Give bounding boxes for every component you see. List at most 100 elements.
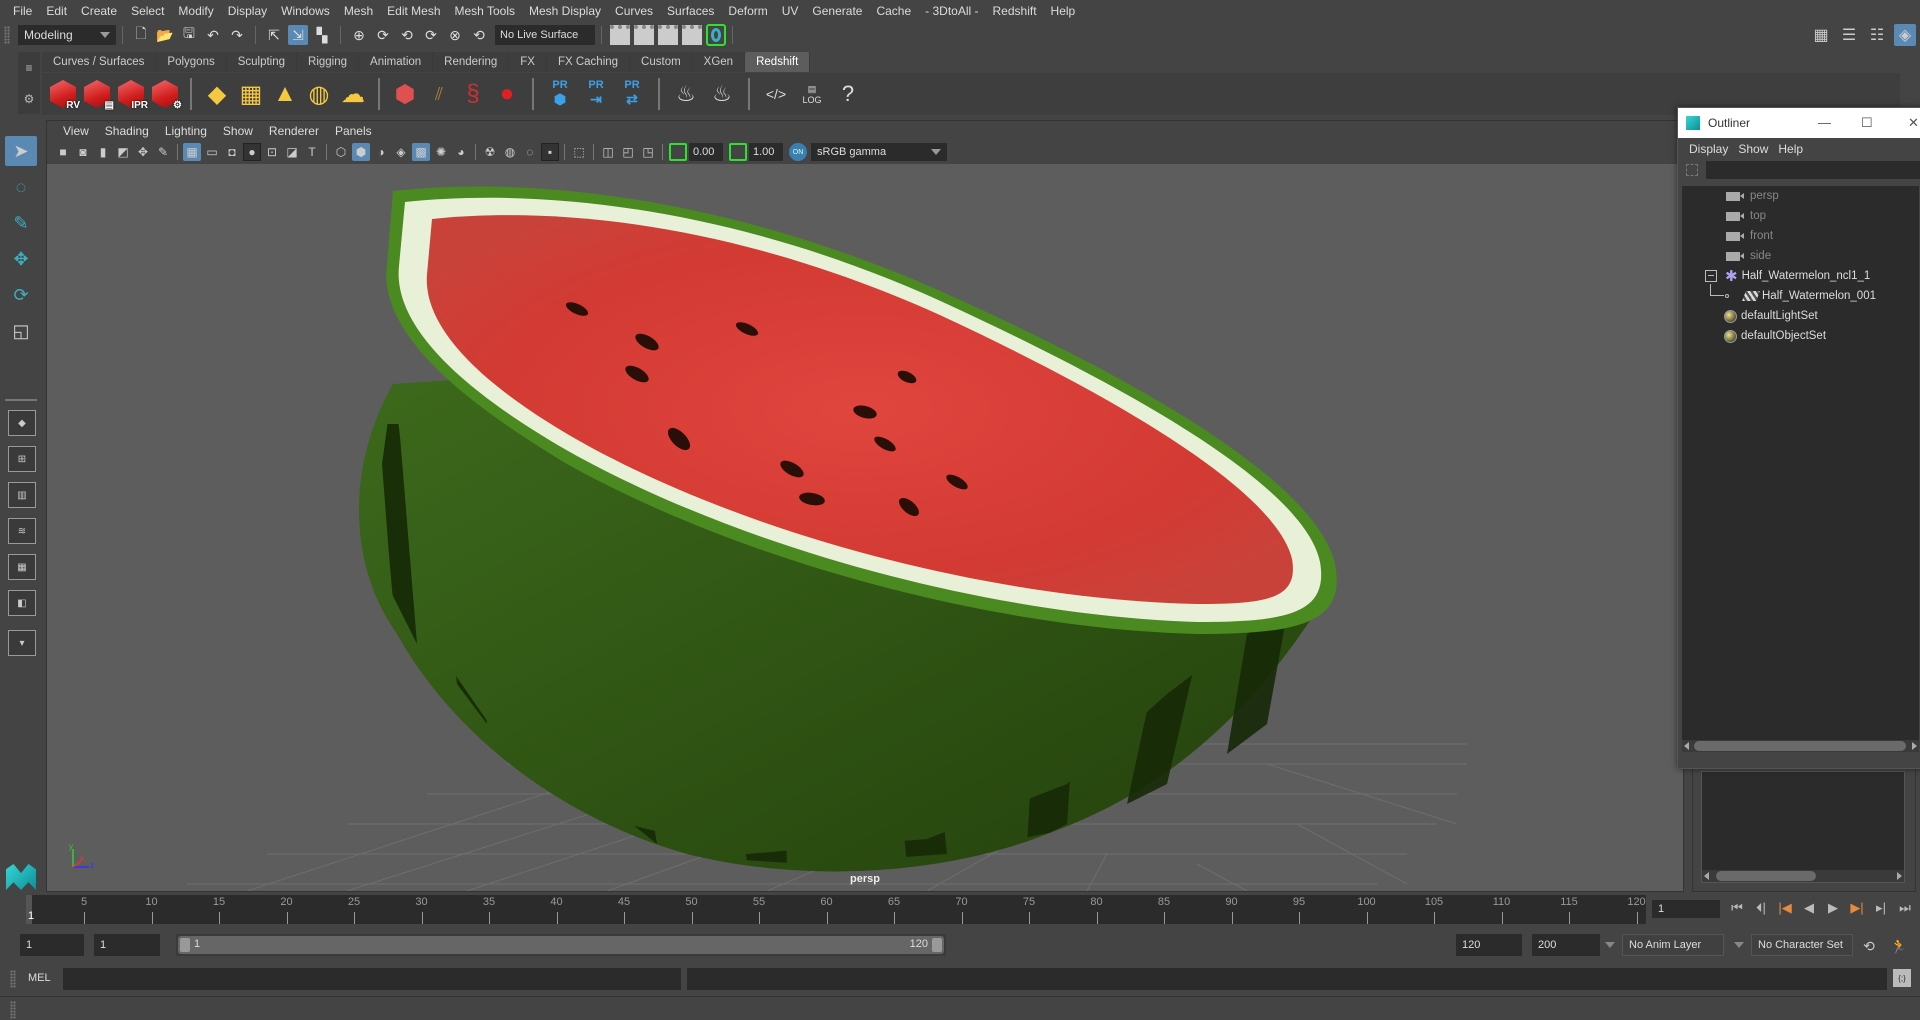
custom-layout-icon[interactable]: ▾	[8, 630, 36, 656]
four-view-layout-icon[interactable]: ⊞	[8, 446, 36, 472]
shelf-tab-redshift[interactable]: Redshift	[745, 52, 811, 72]
textured-icon[interactable]: ▩	[412, 143, 430, 161]
anti-aliasing-icon[interactable]: ◌	[521, 143, 539, 161]
resolution-gate-icon[interactable]: ◘	[223, 143, 241, 161]
redshift-batch-render-icon[interactable]: ▤	[82, 78, 114, 111]
play-backwards-icon[interactable]: ◀	[1800, 898, 1818, 918]
menu-modify[interactable]: Modify	[171, 4, 220, 18]
select-camera-icon[interactable]: ■	[54, 143, 72, 161]
open-scene-icon[interactable]: 📂	[155, 25, 175, 45]
scroll-thumb[interactable]	[1694, 741, 1906, 751]
select-tool-icon[interactable]: ➤	[5, 136, 37, 166]
undo-icon[interactable]: ↶	[203, 25, 223, 45]
mel-input[interactable]	[63, 968, 681, 990]
dome-light-icon[interactable]: ◍	[304, 79, 334, 109]
depth-of-field-icon[interactable]: ▪	[541, 143, 559, 161]
screen-space-ao-icon[interactable]: ☢	[481, 143, 499, 161]
select-component-icon[interactable]: ▚	[312, 25, 332, 45]
minimize-icon[interactable]: —	[1818, 115, 1831, 130]
anim-layer-select[interactable]: No Anim Layer	[1622, 934, 1724, 956]
gamma-field[interactable]: 1.00	[749, 143, 783, 161]
shelf-tab-polygons[interactable]: Polygons	[156, 52, 227, 72]
motion-blur-icon[interactable]: ◍	[501, 143, 519, 161]
snap-live-icon[interactable]: ⟲	[469, 25, 489, 45]
chevron-down-icon[interactable]	[1734, 942, 1744, 948]
log-icon[interactable]: ▤ LOG	[796, 78, 828, 110]
snap-curve-icon[interactable]: ⟳	[373, 25, 393, 45]
physical-light-icon[interactable]: ▲	[270, 79, 300, 109]
scroll-thumb[interactable]	[1716, 871, 1816, 881]
menu-file[interactable]: File	[6, 4, 39, 18]
mel-label[interactable]: MEL	[28, 972, 51, 984]
scroll-left-icon[interactable]	[1704, 872, 1709, 880]
snap-surface-icon[interactable]: ⊗	[445, 25, 465, 45]
shelf-tab-fx-caching[interactable]: FX Caching	[546, 52, 631, 72]
shelf-tab-xgen[interactable]: XGen	[692, 52, 746, 72]
2d-pan-zoom-icon[interactable]: ✥	[134, 143, 152, 161]
snap-view-plane-icon[interactable]: ⟳	[421, 25, 441, 45]
field-chart-icon[interactable]: ⊡	[263, 143, 281, 161]
lasso-tool-icon[interactable]: ◌	[5, 172, 37, 202]
panel-menu-view[interactable]: View	[55, 124, 97, 138]
outliner-menu-display[interactable]: Display	[1686, 142, 1735, 156]
outliner-search-input[interactable]	[1706, 161, 1920, 179]
select-hierarchy-icon[interactable]: ⇱	[264, 25, 284, 45]
outliner-item[interactable]: front	[1682, 226, 1919, 246]
menu-display[interactable]: Display	[221, 4, 274, 18]
gate-mask-icon[interactable]: ●	[243, 143, 261, 161]
outliner-item[interactable]: persp	[1682, 186, 1919, 206]
shelf-tab-rendering[interactable]: Rendering	[433, 52, 510, 72]
paint-select-tool-icon[interactable]: ✎	[5, 208, 37, 238]
new-scene-icon[interactable]: 🗋	[131, 25, 151, 45]
script-icon[interactable]: </>	[760, 78, 792, 110]
menu-deform[interactable]: Deform	[721, 4, 774, 18]
menu-edit-mesh[interactable]: Edit Mesh	[380, 4, 447, 18]
wireframe-icon[interactable]: ⬡	[332, 143, 350, 161]
menu-surfaces[interactable]: Surfaces	[660, 4, 721, 18]
time-ruler[interactable]: 1 5 10 15 20 25 30 35 40 45 50 55 60 65 70 75 80 85 90 95 1…	[26, 895, 1646, 924]
proxy-icon[interactable]: ⬢	[390, 79, 420, 109]
outliner-horizontal-scrollbar[interactable]	[1682, 740, 1919, 752]
redo-icon[interactable]: ↷	[227, 25, 247, 45]
sync-icon[interactable]: ⟲	[1859, 936, 1879, 956]
image-plane-icon[interactable]: ◩	[114, 143, 132, 161]
menu-select[interactable]: Select	[124, 4, 171, 18]
scroll-left-icon[interactable]	[1684, 742, 1689, 750]
outliner-item[interactable]: defaultLightSet	[1682, 306, 1919, 326]
menu-windows[interactable]: Windows	[274, 4, 337, 18]
default-material-icon[interactable]: ◑	[372, 143, 390, 161]
menu-mesh[interactable]: Mesh	[337, 4, 380, 18]
character-set-select[interactable]: No Character Set	[1751, 934, 1853, 956]
ipr-render-icon[interactable]	[658, 25, 678, 45]
go-to-end-icon[interactable]: ⏭	[1896, 898, 1914, 918]
play-forwards-icon[interactable]: ▶	[1824, 898, 1842, 918]
shelf-tab-rigging[interactable]: Rigging	[297, 52, 360, 72]
playback-end-field[interactable]: 120	[1456, 934, 1522, 956]
pr-swap-icon[interactable]: PR ⇄	[617, 78, 647, 110]
tool-settings-icon[interactable]: ☷	[1866, 24, 1888, 46]
current-frame-field[interactable]: 1	[1652, 900, 1720, 918]
panel-menu-shading[interactable]: Shading	[97, 124, 157, 138]
bake-icon[interactable]: ♨	[670, 78, 702, 110]
redshift-render-view-icon[interactable]: RV	[48, 78, 80, 111]
isolate-select-icon[interactable]: ⬚	[570, 143, 588, 161]
watermelon-model[interactable]	[358, 186, 1337, 872]
step-back-frame-icon[interactable]: ⏴︎|	[1752, 898, 1770, 918]
menu-generate[interactable]: Generate	[805, 4, 869, 18]
help-icon[interactable]: ?	[832, 78, 864, 110]
persp-uv-layout-icon[interactable]: ◧	[8, 590, 36, 616]
film-gate-icon[interactable]: ▭	[203, 143, 221, 161]
move-tool-icon[interactable]: ✥	[5, 244, 37, 274]
step-back-key-icon[interactable]: |◀	[1776, 898, 1794, 918]
shelf-tab-curves-surfaces[interactable]: Curves / Surfaces	[42, 52, 157, 72]
safe-title-icon[interactable]: T	[303, 143, 321, 161]
snap-point-icon[interactable]: ⟲	[397, 25, 417, 45]
gamma-toggle-icon[interactable]	[729, 143, 747, 161]
redshift-ipr-icon[interactable]: IPR	[116, 78, 148, 111]
grip-handle[interactable]	[4, 26, 10, 44]
safe-action-icon[interactable]: ◪	[283, 143, 301, 161]
attribute-editor-icon[interactable]: ☰	[1838, 24, 1860, 46]
save-scene-icon[interactable]: 🖫	[179, 25, 199, 45]
shelf-tab-custom[interactable]: Custom	[630, 52, 693, 72]
render-sequence-icon[interactable]	[634, 25, 654, 45]
